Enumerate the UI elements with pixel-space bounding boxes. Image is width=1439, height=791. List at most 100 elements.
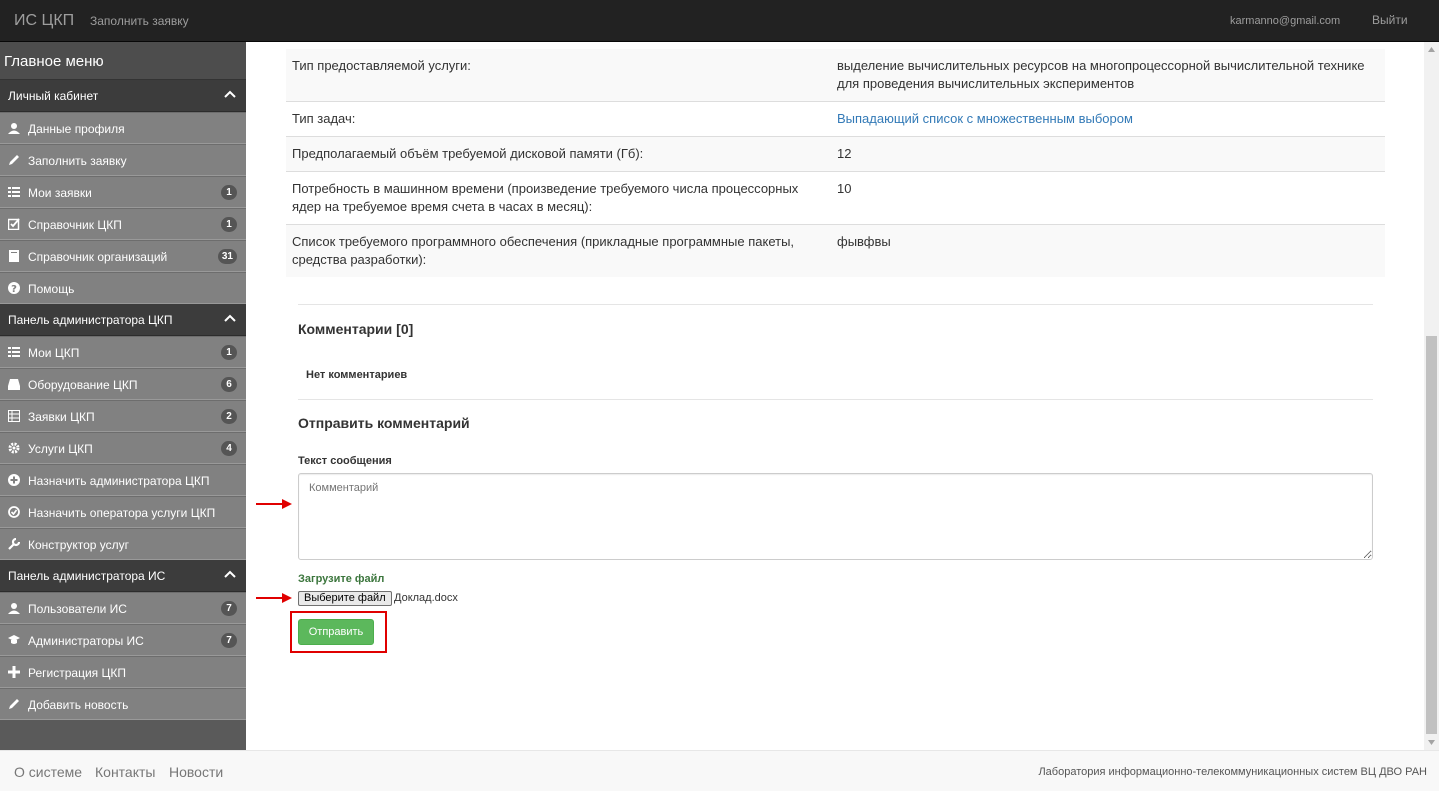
comments-heading: Комментарии [0] <box>298 321 414 337</box>
sidebar-title: Главное меню <box>0 42 246 80</box>
sidebar-sections: Личный кабинет Данные профиля Заполнить за… <box>0 80 246 720</box>
red-arrow-icon <box>256 499 292 509</box>
details-value: фывфвы <box>831 224 1385 277</box>
count-badge: 6 <box>221 377 237 392</box>
details-value: 10 <box>831 171 1385 225</box>
table-icon <box>8 410 20 422</box>
main-content: Тип предоставляемой услуги: выделение выч… <box>246 42 1424 750</box>
user-icon <box>8 603 20 614</box>
sidebar-item[interactable]: Назначить администратора ЦКП <box>0 464 246 496</box>
count-badge: 1 <box>221 345 237 360</box>
comment-textarea[interactable] <box>298 473 1373 560</box>
pencil-icon <box>9 155 19 165</box>
chevron-up-icon[interactable] <box>224 313 236 325</box>
sidebar-item[interactable]: Данные профиля <box>0 112 246 144</box>
details-row: Предполагаемый объём требуемой дисковой … <box>286 136 1385 172</box>
divider <box>298 304 1373 305</box>
logout-link[interactable]: Выйти <box>1372 13 1408 27</box>
footer-news-link[interactable]: Новости <box>169 764 223 780</box>
sidebar-item[interactable]: Мои ЦКП 1 <box>0 336 246 368</box>
sidebar-item-label: Услуги ЦКП <box>28 442 93 456</box>
file-upload-label: Загрузите файл <box>298 573 385 585</box>
scrollbar-thumb[interactable] <box>1426 336 1437 734</box>
graduation-cap-icon <box>8 635 20 644</box>
sidebar-item-label: Администраторы ИС <box>28 634 144 648</box>
details-row: Потребность в машинном времени (произвед… <box>286 171 1385 225</box>
count-badge: 1 <box>221 217 237 232</box>
details-key: Тип предоставляемой услуги: <box>286 49 831 102</box>
no-comments-text: Нет комментариев <box>306 369 408 381</box>
list-icon <box>8 187 20 197</box>
footer: О системе Контакты Новости Лаборатория и… <box>0 750 1439 791</box>
list-icon <box>8 347 20 357</box>
request-details-table: Тип предоставляемой услуги: выделение выч… <box>286 49 1385 277</box>
scroll-down-icon[interactable] <box>1428 740 1435 745</box>
selected-file-name: Доклад.docx <box>394 592 458 604</box>
red-arrow-icon <box>256 593 292 603</box>
details-key: Список требуемого программного обеспечен… <box>286 224 831 277</box>
details-row: Список требуемого программного обеспечен… <box>286 224 1385 277</box>
sidebar-section-title: Панель администратора ИС <box>8 569 166 583</box>
sidebar-item-label: Добавить новость <box>28 698 129 712</box>
choose-file-button[interactable]: Выберите файл <box>298 591 392 606</box>
details-row: Тип задач: Выпадающий список с множествен… <box>286 101 1385 137</box>
sidebar-section-header[interactable]: Панель администратора ИС <box>0 560 246 592</box>
submit-comment-button[interactable]: Отправить <box>298 619 374 645</box>
details-value: 12 <box>831 136 1385 172</box>
sidebar-item[interactable]: Администраторы ИС 7 <box>0 624 246 656</box>
sidebar-section-header[interactable]: Панель администратора ЦКП <box>0 304 246 336</box>
nav-fill-request-link[interactable]: Заполнить заявку <box>90 14 189 28</box>
sidebar-item[interactable]: ? Помощь <box>0 272 246 304</box>
chevron-up-icon[interactable] <box>224 89 236 101</box>
footer-contacts-link[interactable]: Контакты <box>95 764 155 780</box>
question-icon: ? <box>8 282 20 294</box>
plus-icon <box>8 666 20 678</box>
details-key: Потребность в машинном времени (произвед… <box>286 171 831 225</box>
sidebar-item-label: Мои ЦКП <box>28 346 80 360</box>
details-value-link[interactable]: Выпадающий список с множественным выборо… <box>837 111 1133 126</box>
footer-about-link[interactable]: О системе <box>14 764 82 780</box>
sidebar-item-label: Заполнить заявку <box>28 154 127 168</box>
sidebar-item[interactable]: Справочник организаций 31 <box>0 240 246 272</box>
count-badge: 2 <box>221 409 237 424</box>
content-scrollbar[interactable] <box>1424 42 1439 750</box>
divider <box>298 399 1373 400</box>
sidebar-item-label: Оборудование ЦКП <box>28 378 138 392</box>
sidebar-item[interactable]: Заявки ЦКП 2 <box>0 400 246 432</box>
sidebar-item-label: Справочник организаций <box>28 250 168 264</box>
hdd-icon <box>8 379 20 390</box>
sidebar-item[interactable]: Назначить оператора услуги ЦКП <box>0 496 246 528</box>
sidebar-item-label: Пользователи ИС <box>28 602 127 616</box>
sidebar-item[interactable]: Справочник ЦКП 1 <box>0 208 246 240</box>
sidebar-item-label: Помощь <box>28 282 75 296</box>
user-email-link[interactable]: karmanno@gmail.com <box>1230 15 1340 27</box>
sidebar-item-label: Регистрация ЦКП <box>28 666 126 680</box>
sidebar-section-header[interactable]: Личный кабинет <box>0 80 246 112</box>
sidebar-item[interactable]: Пользователи ИС 7 <box>0 592 246 624</box>
svg-text:?: ? <box>11 284 17 294</box>
pencil-icon <box>9 699 19 709</box>
sidebar-item[interactable]: Добавить новость <box>0 688 246 720</box>
sidebar-item[interactable]: Оборудование ЦКП 6 <box>0 368 246 400</box>
wrench-icon <box>8 538 20 550</box>
sidebar-item-label: Назначить оператора услуги ЦКП <box>28 506 216 520</box>
scroll-up-icon[interactable] <box>1428 47 1435 52</box>
sidebar-item[interactable]: Заполнить заявку <box>0 144 246 176</box>
send-comment-heading: Отправить комментарий <box>298 415 470 431</box>
sidebar-item-label: Заявки ЦКП <box>28 410 95 424</box>
sidebar-item[interactable]: Конструктор услуг <box>0 528 246 560</box>
check-square-icon <box>8 218 20 230</box>
sidebar-item[interactable]: Регистрация ЦКП <box>0 656 246 688</box>
sidebar: Главное меню Личный кабинет Данные профил… <box>0 42 246 750</box>
sidebar-item[interactable]: Мои заявки 1 <box>0 176 246 208</box>
brand-link[interactable]: ИС ЦКП <box>14 12 74 30</box>
details-key: Предполагаемый объём требуемой дисковой … <box>286 136 831 172</box>
sidebar-item[interactable]: Услуги ЦКП 4 <box>0 432 246 464</box>
count-badge: 4 <box>221 441 237 456</box>
footer-credits: Лаборатория информационно-телекоммуникац… <box>1038 766 1427 778</box>
count-badge: 1 <box>221 185 237 200</box>
message-label: Текст сообщения <box>298 455 392 467</box>
book-icon <box>9 250 19 262</box>
count-badge: 7 <box>221 601 237 616</box>
chevron-up-icon[interactable] <box>224 569 236 581</box>
